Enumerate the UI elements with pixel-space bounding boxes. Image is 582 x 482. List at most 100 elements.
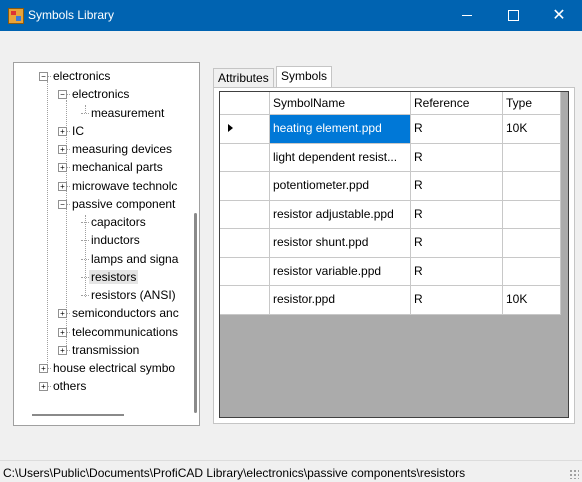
tree-item-label: semiconductors anc: [72, 306, 179, 321]
grid-cell-type[interactable]: [503, 172, 561, 201]
minimize-button[interactable]: [444, 0, 490, 31]
tree-item[interactable]: inductors: [89, 231, 142, 249]
tree-connector-line: [81, 276, 89, 278]
grid-cell-name[interactable]: resistor adjustable.ppd: [270, 200, 411, 229]
grid-cell-reference[interactable]: R: [411, 257, 503, 286]
column-header[interactable]: Reference: [411, 92, 503, 115]
column-header[interactable]: SymbolName: [270, 92, 411, 115]
tree-item[interactable]: others: [51, 377, 88, 395]
tree-item-label: transmission: [72, 342, 140, 357]
expand-icon[interactable]: +: [58, 181, 67, 191]
row-header[interactable]: [220, 286, 270, 315]
expand-icon[interactable]: +: [58, 309, 67, 319]
column-header[interactable]: Type: [503, 92, 561, 115]
close-button[interactable]: ✕: [536, 0, 582, 31]
tree-item[interactable]: semiconductors anc: [70, 304, 181, 322]
tree-item[interactable]: telecommunications: [70, 323, 180, 341]
tree-item-label: resistors (ANSI): [91, 288, 176, 302]
grid-cell-reference[interactable]: R: [411, 115, 503, 144]
tree-item-label: passive component: [72, 196, 176, 211]
tree-item[interactable]: passive component: [70, 195, 177, 213]
grid-cell-type[interactable]: 10K: [503, 115, 561, 144]
collapse-icon[interactable]: −: [58, 199, 67, 209]
tree-item[interactable]: mechanical parts: [70, 158, 165, 176]
expand-icon[interactable]: +: [58, 126, 67, 136]
minimize-icon: [462, 15, 472, 16]
grid-corner-header: [220, 92, 270, 115]
tree-item-label: lamps and signa: [91, 251, 179, 266]
resize-grip-icon[interactable]: [569, 469, 579, 479]
close-icon: ✕: [552, 6, 566, 24]
tree-item[interactable]: measuring devices: [70, 140, 174, 158]
row-header[interactable]: [220, 229, 270, 258]
tree-item[interactable]: IC: [70, 122, 86, 140]
tree-vertical-scrollbar[interactable]: [194, 213, 197, 413]
tree-connector-line: [81, 258, 89, 260]
expand-icon[interactable]: +: [39, 364, 48, 373]
grid-cell-name[interactable]: potentiometer.ppd: [270, 172, 411, 201]
grid-cell-name[interactable]: resistor shunt.ppd: [270, 229, 411, 258]
tree-item-label: electronics: [53, 69, 111, 83]
title-bar: Symbols Library ✕: [0, 0, 582, 31]
grid-cell-type[interactable]: 10K: [503, 286, 561, 315]
grid-cell-name[interactable]: resistor variable.ppd: [270, 257, 411, 286]
grid-cell-type[interactable]: [503, 229, 561, 258]
grid-cell-type[interactable]: [503, 200, 561, 229]
maximize-button[interactable]: [490, 0, 536, 31]
grid-cell-name[interactable]: resistor.ppd: [270, 286, 411, 315]
tree-horizontal-scrollbar[interactable]: [32, 414, 124, 416]
tree-item[interactable]: electronics: [70, 85, 131, 103]
tree-item[interactable]: lamps and signa: [89, 250, 180, 268]
tree-item-label: inductors: [91, 233, 140, 248]
collapse-icon[interactable]: −: [58, 90, 67, 100]
window-title: Symbols Library: [28, 8, 115, 22]
tree-item-label: telecommunications: [72, 324, 179, 339]
grid-cell-type[interactable]: [503, 257, 561, 286]
status-bar: C:\Users\Public\Documents\ProfiCAD Libra…: [0, 460, 582, 482]
grid-cell-name[interactable]: heating element.ppd: [270, 115, 411, 144]
tree-item-label: electronics: [72, 87, 130, 102]
grid-cell-type[interactable]: [503, 143, 561, 172]
grid-cell-reference[interactable]: R: [411, 229, 503, 258]
row-header[interactable]: [220, 115, 270, 144]
expand-icon[interactable]: +: [58, 345, 67, 355]
row-header[interactable]: [220, 143, 270, 172]
row-header[interactable]: [220, 172, 270, 201]
tree-item-label: others: [53, 379, 87, 394]
tree-item[interactable]: transmission: [70, 341, 141, 359]
tree-item-label: microwave technolc: [72, 178, 178, 193]
collapse-icon[interactable]: −: [39, 72, 48, 81]
tree-item-label: resistors: [89, 269, 139, 284]
tree-item-label: capacitors: [91, 215, 146, 229]
tree-item[interactable]: resistors (ANSI): [89, 286, 178, 304]
expand-icon[interactable]: +: [58, 145, 67, 154]
category-tree[interactable]: electronics − electronics − measurement IC + me…: [13, 62, 200, 426]
tree-connector-line: [81, 295, 89, 296]
tree-item[interactable]: measurement: [89, 104, 166, 122]
grid-cell-name[interactable]: light dependent resist...: [270, 143, 411, 172]
symbols-grid[interactable]: SymbolName Reference Type heating element.p…: [219, 91, 569, 418]
tree-connector-line: [81, 112, 89, 114]
current-row-arrow-icon: [228, 124, 233, 132]
tree-item-label: IC: [72, 123, 84, 138]
tree-item-label: mechanical parts: [72, 160, 163, 175]
tab-attributes[interactable]: Attributes: [213, 68, 274, 88]
tree-item[interactable]: microwave technolc: [70, 177, 179, 195]
tree-item[interactable]: resistors: [89, 268, 139, 286]
tree-item[interactable]: capacitors: [89, 213, 148, 231]
tree-item[interactable]: electronics: [51, 67, 112, 85]
grid-cell-reference[interactable]: R: [411, 143, 503, 172]
tab-symbols[interactable]: Symbols: [276, 66, 333, 89]
expand-icon[interactable]: +: [58, 163, 67, 173]
expand-icon[interactable]: +: [39, 382, 48, 392]
app-icon: [8, 8, 24, 24]
row-header[interactable]: [220, 257, 270, 286]
tree-connector-line: [81, 240, 89, 242]
grid-cell-reference[interactable]: R: [411, 286, 503, 315]
row-header[interactable]: [220, 200, 270, 229]
tree-item[interactable]: house electrical symbo: [51, 359, 177, 377]
grid-cell-reference[interactable]: R: [411, 172, 503, 201]
grid-cell-reference[interactable]: R: [411, 200, 503, 229]
tree-connector-line: [85, 215, 86, 297]
expand-icon[interactable]: +: [58, 327, 67, 337]
